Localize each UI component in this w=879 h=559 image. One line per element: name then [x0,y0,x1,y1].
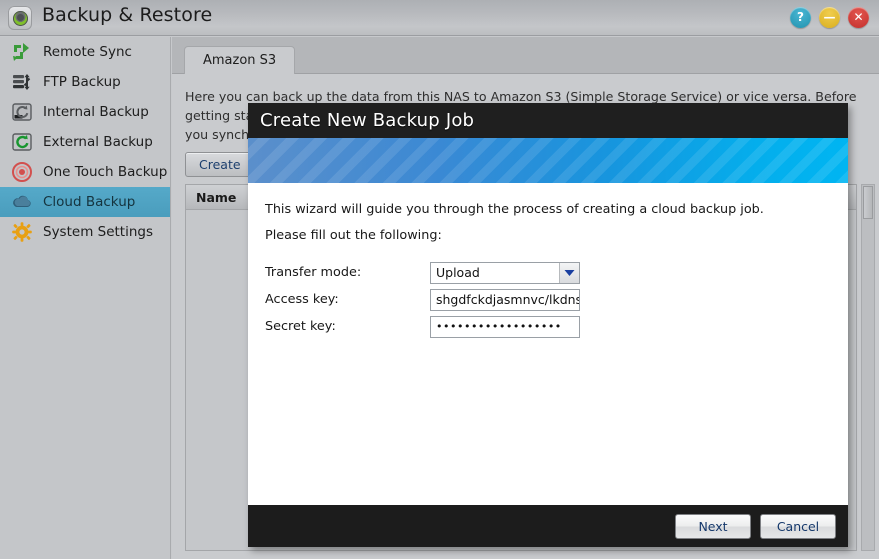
form-row-access-key: Access key: shgdfckdjasmnvc/lkdns. [265,286,580,313]
ftp-backup-icon [13,74,31,90]
create-backup-job-dialog: Create New Backup Job This wizard will g… [248,103,848,547]
internal-backup-icon [12,103,32,121]
sidebar-item-label: Cloud Backup [43,194,136,210]
dialog-form: Transfer mode: Upload Access key: shgdfc… [265,259,580,340]
sidebar: Remote Sync FTP Backup Internal Backup E… [0,37,171,559]
sidebar-item-label: External Backup [43,134,153,150]
dialog-title: Create New Backup Job [260,110,475,131]
sidebar-item-label: System Settings [43,224,154,240]
dialog-instruction-text: Please fill out the following: [265,228,442,243]
tab-amazon-s3[interactable]: Amazon S3 [184,46,296,74]
minimize-icon: — [823,10,836,24]
cloud-backup-icon [13,195,31,207]
window-titlebar: Backup & Restore ? — ✕ [0,0,879,36]
form-row-secret-key: Secret key: •••••••••••••••••• [265,313,580,340]
help-button[interactable]: ? [790,7,811,28]
dialog-footer: Next Cancel [248,505,848,547]
help-icon: ? [797,10,804,24]
sidebar-item-label: FTP Backup [43,74,121,90]
sidebar-item-internal-backup[interactable]: Internal Backup [0,97,170,127]
access-key-input[interactable]: shgdfckdjasmnvc/lkdns. [430,288,580,311]
secret-key-label: Secret key: [265,319,336,334]
tab-strip: Amazon S3 [172,37,879,74]
transfer-mode-select[interactable]: Upload [430,261,580,284]
external-backup-icon [12,133,32,151]
sidebar-item-cloud-backup[interactable]: Cloud Backup [0,187,170,217]
page-title: Backup & Restore [42,4,213,26]
one-touch-backup-icon [12,162,32,182]
close-button[interactable]: ✕ [848,7,869,28]
transfer-mode-value: Upload [436,265,480,280]
sidebar-item-label: Remote Sync [43,44,132,60]
sidebar-item-label: One Touch Backup [43,164,168,180]
form-row-transfer-mode: Transfer mode: Upload [265,259,580,286]
sidebar-item-label: Internal Backup [43,104,149,120]
scrollbar-thumb[interactable] [863,186,873,219]
dialog-banner [248,138,848,183]
tab-label: Amazon S3 [203,53,277,68]
secret-key-input[interactable]: •••••••••••••••••• [430,315,580,338]
vertical-scrollbar[interactable] [861,184,875,551]
close-icon: ✕ [853,10,864,24]
window-controls: ? — ✕ [790,7,869,28]
transfer-mode-label: Transfer mode: [265,265,362,280]
sidebar-item-remote-sync[interactable]: Remote Sync [0,37,170,67]
cancel-button[interactable]: Cancel [760,513,836,539]
sidebar-item-one-touch-backup[interactable]: One Touch Backup [0,157,170,187]
sidebar-item-ftp-backup[interactable]: FTP Backup [0,67,170,97]
sidebar-item-external-backup[interactable]: External Backup [0,127,170,157]
dialog-intro-text: This wizard will guide you through the p… [265,202,764,217]
remote-sync-icon [13,43,29,61]
dialog-titlebar: Create New Backup Job [248,103,848,138]
dialog-body: This wizard will guide you through the p… [248,183,848,505]
create-button[interactable]: Create [185,152,255,177]
application-window: Backup & Restore ? — ✕ Remote Sync FTP B… [0,0,879,559]
minimize-button[interactable]: — [819,7,840,28]
backup-restore-icon [8,6,32,30]
system-settings-icon [12,222,32,242]
sidebar-item-system-settings[interactable]: System Settings [0,217,170,247]
next-button[interactable]: Next [675,513,751,539]
access-key-label: Access key: [265,292,339,307]
chevron-down-icon[interactable] [559,262,579,283]
